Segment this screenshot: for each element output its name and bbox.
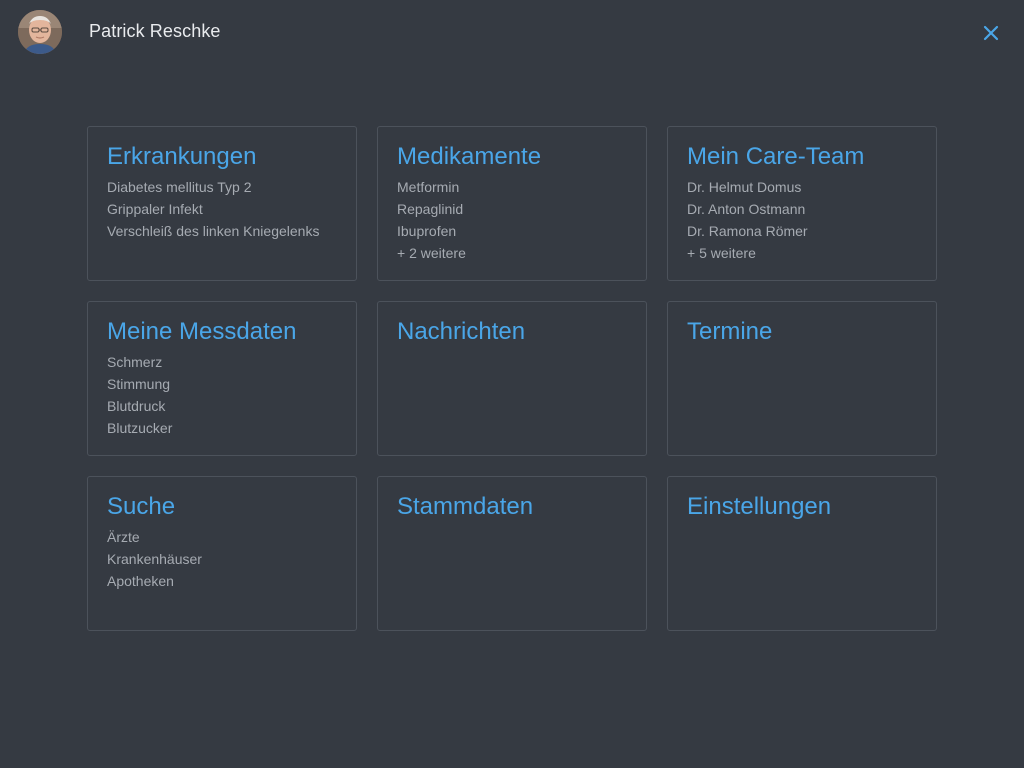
card-termine[interactable]: Termine — [667, 301, 937, 456]
card-erkrankungen[interactable]: Erkrankungen Diabetes mellitus Typ 2 Gri… — [87, 126, 357, 281]
user-name: Patrick Reschke — [89, 21, 221, 41]
card-item: Repaglinid — [397, 201, 464, 217]
card-title: Meine Messdaten — [107, 318, 297, 345]
card-item-list: Schmerz Stimmung Blutdruck Blutzucker — [107, 351, 337, 439]
card-item-more: + 2 weitere — [397, 245, 466, 261]
card-suche[interactable]: Suche Ärzte Krankenhäuser Apotheken — [87, 476, 357, 631]
card-title: Nachrichten — [397, 318, 526, 345]
card-title: Mein Care-Team — [687, 143, 865, 170]
card-title: Suche — [107, 493, 176, 520]
card-item-list: Dr. Helmut Domus Dr. Anton Ostmann Dr. R… — [687, 176, 917, 264]
card-item-more: + 5 weitere — [687, 245, 756, 261]
card-item: Metformin — [397, 179, 460, 195]
user-avatar[interactable] — [18, 10, 62, 54]
card-stammdaten[interactable]: Stammdaten — [377, 476, 647, 631]
card-item-list: Ärzte Krankenhäuser Apotheken — [107, 526, 337, 592]
card-item: Ärzte — [107, 529, 140, 545]
card-medikamente[interactable]: Medikamente Metformin Repaglinid Ibuprof… — [377, 126, 647, 281]
card-item: Verschleiß des linken Kniegelenks — [107, 223, 320, 239]
close-button[interactable] — [978, 20, 1004, 46]
card-item: Blutdruck — [107, 398, 166, 414]
card-item: Krankenhäuser — [107, 551, 202, 567]
card-einstellungen[interactable]: Einstellungen — [667, 476, 937, 631]
card-item: Ibuprofen — [397, 223, 457, 239]
dashboard-grid: Erkrankungen Diabetes mellitus Typ 2 Gri… — [87, 126, 937, 631]
card-item: Dr. Anton Ostmann — [687, 201, 806, 217]
card-item: Grippaler Infekt — [107, 201, 203, 217]
card-item-list: Diabetes mellitus Typ 2 Grippaler Infekt… — [107, 176, 337, 242]
card-item-list: Metformin Repaglinid Ibuprofen + 2 weite… — [397, 176, 627, 264]
card-item: Dr. Helmut Domus — [687, 179, 802, 195]
card-item: Stimmung — [107, 376, 171, 392]
card-item: Blutzucker — [107, 420, 173, 436]
card-title: Termine — [687, 318, 773, 345]
close-icon — [983, 25, 999, 41]
card-item: Diabetes mellitus Typ 2 — [107, 179, 252, 195]
card-item: Schmerz — [107, 354, 163, 370]
avatar-photo-icon — [18, 10, 62, 54]
card-care-team[interactable]: Mein Care-Team Dr. Helmut Domus Dr. Anto… — [667, 126, 937, 281]
card-title: Erkrankungen — [107, 143, 257, 170]
card-messdaten[interactable]: Meine Messdaten Schmerz Stimmung Blutdru… — [87, 301, 357, 456]
header-bar: Patrick Reschke — [0, 0, 1024, 64]
card-item: Apotheken — [107, 573, 174, 589]
card-title: Einstellungen — [687, 493, 832, 520]
card-title: Medikamente — [397, 143, 542, 170]
card-title: Stammdaten — [397, 493, 534, 520]
card-item: Dr. Ramona Römer — [687, 223, 808, 239]
card-nachrichten[interactable]: Nachrichten — [377, 301, 647, 456]
